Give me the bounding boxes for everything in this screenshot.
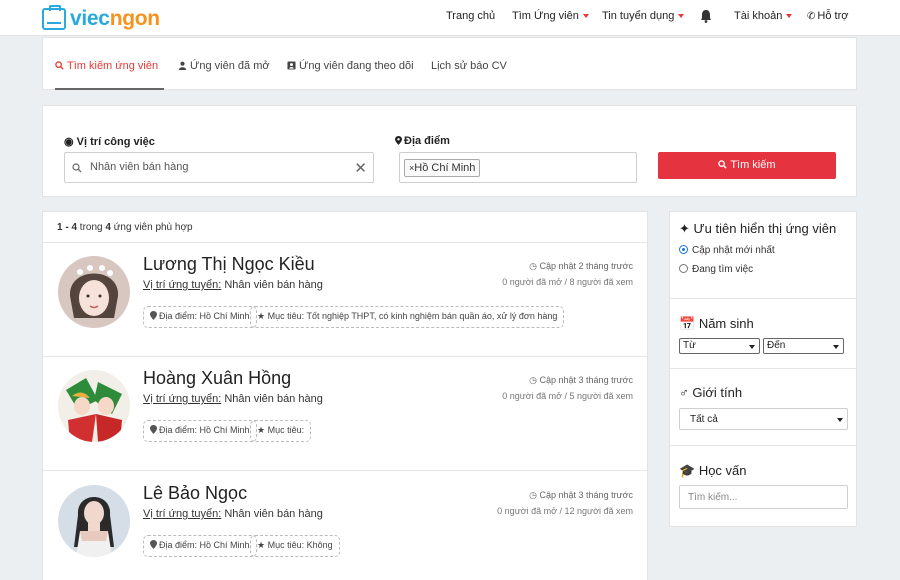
location-pill: Địa điểm: Hồ Chí Minh <box>143 306 257 328</box>
view-stats: 0 người đã mở / 8 người đã xem <box>502 277 633 287</box>
view-stats: 0 người đã mở / 12 người đã xem <box>497 506 633 516</box>
graduation-cap-icon: 🎓 <box>679 463 696 478</box>
user-circle-icon: ◉ <box>64 136 74 148</box>
chevron-down-icon <box>833 345 839 349</box>
active-tab-indicator <box>55 88 164 90</box>
tab-search-candidates[interactable]: Tìm kiếm ứng viên <box>55 60 158 72</box>
calendar-icon: 📅 <box>679 316 696 331</box>
tab-cv-report-history[interactable]: Lịch sử báo CV <box>431 60 507 72</box>
position-label: ◉ Vị trí công việc <box>64 136 155 148</box>
clear-icon[interactable]: ✕ <box>354 159 367 177</box>
candidate-card[interactable]: Hoàng Xuân Hồng Vị trí ứng tuyển: Nhân v… <box>43 356 647 470</box>
birth-year-from-select[interactable]: Từ <box>679 338 760 354</box>
goal-pill: ★ Mục tiêu: Tốt nghiệp THPT, có kinh ngh… <box>250 306 565 328</box>
tab-bar: Tìm kiếm ứng viên Ứng viên đã mở Ứng viê… <box>42 37 857 90</box>
search-icon <box>72 163 82 173</box>
candidate-position: Vị trí ứng tuyển: Nhân viên bán hàng <box>143 393 323 405</box>
nav-support[interactable]: ✆ Hỗ trợ <box>807 10 848 22</box>
goal-pill: ★ Mục tiêu: <box>250 420 312 442</box>
view-stats: 0 người đã mở / 5 người đã xem <box>502 391 633 401</box>
goal-pill: ★ Mục tiêu: Không <box>250 535 340 557</box>
candidate-avatar <box>58 256 130 328</box>
filter-sidebar: ✦ Ưu tiên hiển thị ứng viên Cập nhật mới… <box>669 211 857 527</box>
nav-home[interactable]: Trang chủ <box>446 10 495 22</box>
education-search-input[interactable]: Tìm kiếm... <box>679 485 848 509</box>
tab-opened-candidates[interactable]: Ứng viên đã mở <box>178 60 270 72</box>
education-title: 🎓 Học vấn <box>679 463 747 478</box>
position-input[interactable]: Nhân viên bán hàng ✕ <box>64 152 374 183</box>
updated-time: ◷ Cập nhật 3 tháng trước <box>529 490 633 500</box>
results-panel: 1 - 4 trong 4 ứng viên phù hợp Lương Thị… <box>42 211 648 580</box>
candidate-avatar <box>58 370 130 442</box>
contact-card-icon <box>287 61 296 70</box>
candidate-name[interactable]: Lê Bảo Ngọc <box>143 483 247 504</box>
radio-job-seeking[interactable]: Đang tìm việc <box>679 264 753 275</box>
bell-icon[interactable] <box>700 9 712 23</box>
location-pill: Địa điểm: Hồ Chí Minh <box>143 535 257 557</box>
divider <box>670 445 856 446</box>
nav-job-posts[interactable]: Tin tuyển dụng <box>602 10 685 22</box>
star-icon: ★ <box>257 540 266 550</box>
radio-button[interactable] <box>679 264 688 273</box>
logo-text: viecngon <box>70 7 160 30</box>
candidate-position: Vị trí ứng tuyển: Nhân viên bán hàng <box>143 508 323 520</box>
location-label: Địa điểm <box>395 135 450 147</box>
candidate-card[interactable]: Lê Bảo Ngọc Vị trí ứng tuyển: Nhân viên … <box>43 471 647 580</box>
gender-title: ♂ Giới tính <box>679 385 743 400</box>
gender-select[interactable]: Tất cả <box>679 408 848 430</box>
candidate-name[interactable]: Hoàng Xuân Hồng <box>143 368 291 389</box>
nav-find-candidates[interactable]: Tìm Ứng viên <box>512 10 589 22</box>
results-count: 1 - 4 trong 4 ứng viên phù hợp <box>57 222 193 233</box>
candidate-avatar <box>58 485 130 557</box>
search-panel: ◉ Vị trí công việc Nhân viên bán hàng ✕ … <box>42 105 857 197</box>
map-pin-icon <box>395 136 402 145</box>
search-button[interactable]: Tìm kiếm <box>658 152 836 179</box>
map-pin-icon <box>150 425 157 434</box>
updated-time: ◷ Cập nhật 2 tháng trước <box>529 261 633 271</box>
updated-time: ◷ Cập nhật 3 tháng trước <box>529 375 633 385</box>
birth-year-title: 📅 Năm sinh <box>679 316 754 331</box>
divider <box>670 368 856 369</box>
location-input[interactable]: ×Hồ Chí Minh <box>399 152 637 183</box>
candidate-position: Vị trí ứng tuyển: Nhân viên bán hàng <box>143 279 323 291</box>
divider <box>670 298 856 299</box>
nav-account[interactable]: Tài khoản <box>734 10 793 22</box>
priority-title: ✦ Ưu tiên hiển thị ứng viên <box>679 221 837 236</box>
chevron-down-icon <box>582 14 589 19</box>
top-navbar: viecngon Trang chủ Tìm Ứng viên Tin tuyể… <box>0 0 900 36</box>
user-icon <box>178 61 187 70</box>
radio-latest-update[interactable]: Cập nhật mới nhất <box>679 245 775 256</box>
chevron-down-icon <box>678 14 685 19</box>
star-icon: ★ <box>257 425 266 435</box>
male-icon: ♂ <box>679 385 689 400</box>
map-pin-icon <box>150 540 157 549</box>
briefcase-logo-icon <box>42 5 66 30</box>
location-pill: Địa điểm: Hồ Chí Minh <box>143 420 257 442</box>
map-pin-icon <box>150 311 157 320</box>
candidate-card[interactable]: Lương Thị Ngọc Kiều Vị trí ứng tuyển: Nh… <box>43 242 647 356</box>
clock-icon: ◷ <box>529 375 537 385</box>
candidate-name[interactable]: Lương Thị Ngọc Kiều <box>143 254 315 275</box>
chevron-down-icon <box>786 14 793 19</box>
star-icon: ★ <box>257 311 266 321</box>
chevron-down-icon <box>837 418 843 422</box>
search-icon <box>718 160 728 169</box>
search-icon <box>55 61 64 70</box>
magic-wand-icon: ✦ <box>679 221 690 236</box>
phone-icon: ✆ <box>807 11 816 22</box>
site-logo[interactable]: viecngon <box>42 5 160 31</box>
location-tag[interactable]: ×Hồ Chí Minh <box>404 159 481 177</box>
clock-icon: ◷ <box>529 490 537 500</box>
tab-following-candidates[interactable]: Ứng viên đang theo dõi <box>287 60 414 72</box>
chevron-down-icon <box>749 345 755 349</box>
radio-button[interactable] <box>679 245 688 254</box>
clock-icon: ◷ <box>529 261 537 271</box>
birth-year-to-select[interactable]: Đến <box>763 338 844 354</box>
